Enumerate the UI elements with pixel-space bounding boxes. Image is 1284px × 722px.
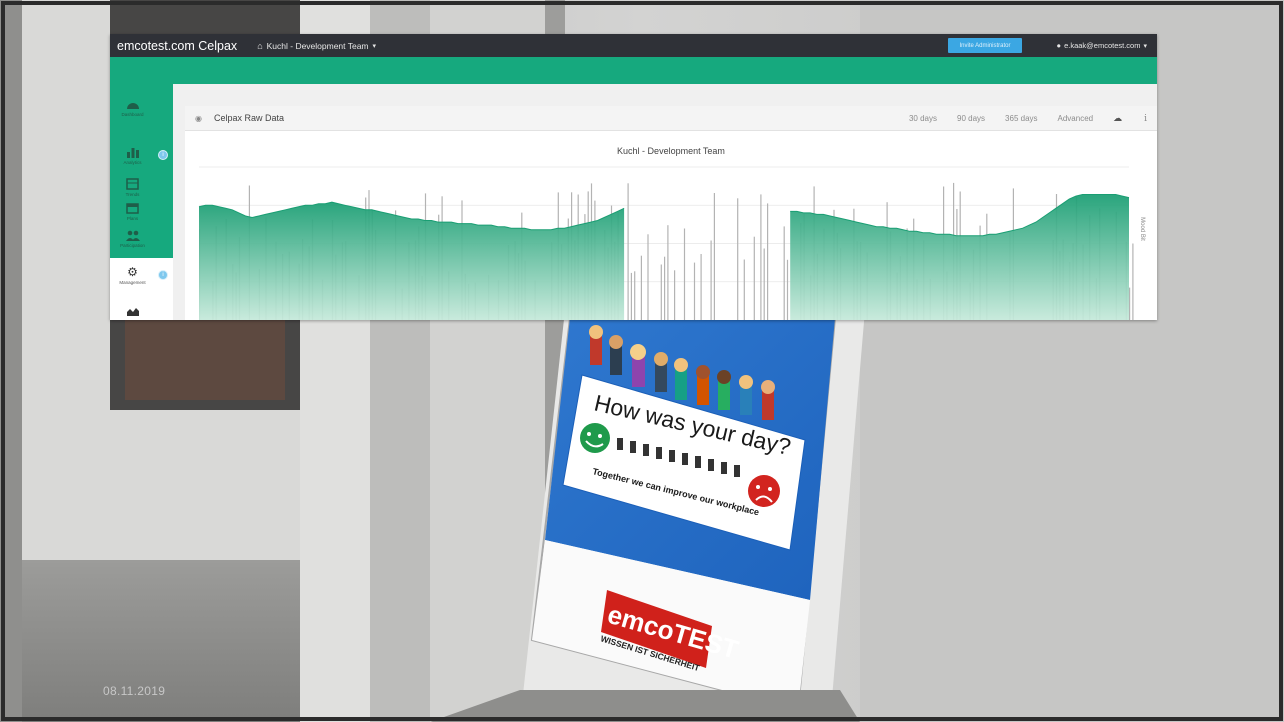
collapse-icon[interactable]: ◉ (195, 114, 202, 123)
sidebar-item-label: Trends (125, 192, 140, 197)
chart-bar (674, 270, 676, 320)
sidebar-item-participation[interactable]: Participation (110, 230, 155, 248)
info-badge[interactable]: i (158, 150, 168, 160)
sidebar-item-dashboard[interactable]: Dashboard (110, 98, 155, 117)
chart-bar (700, 254, 702, 320)
main-panel: ◉ Celpax Raw Data 30 days 90 days 365 da… (173, 84, 1157, 320)
chart-bar (753, 236, 755, 320)
range-90-days[interactable]: 90 days (957, 114, 985, 123)
chart-bar (767, 203, 769, 320)
celpax-dashboard-screenshot: emcotest.com Celpax ⌂ Kuchl - Developmen… (110, 34, 1157, 320)
sidebar: Dashboard Analytics i Trends Plans Parti… (110, 84, 173, 320)
user-email: e.kaak@emcotest.com (1064, 41, 1141, 50)
sidebar-item-reports[interactable] (110, 306, 155, 316)
chart-bar (630, 272, 632, 320)
sidebar-item-plans[interactable]: Plans (110, 202, 155, 221)
chart-bar (713, 193, 715, 320)
user-menu[interactable]: ● e.kaak@emcotest.com ▾ (1057, 34, 1147, 57)
range-365-days[interactable]: 365 days (1005, 114, 1037, 123)
chart-bar (710, 240, 712, 320)
top-navbar: emcotest.com Celpax ⌂ Kuchl - Developmen… (110, 34, 1157, 57)
card-title: Celpax Raw Data (213, 113, 285, 123)
dashboard-icon (126, 103, 139, 109)
brand-title[interactable]: emcotest.com Celpax (117, 39, 237, 53)
chart-title: Kuchl - Development Team (617, 146, 725, 156)
info-icon[interactable]: i (1144, 114, 1147, 124)
calendar-list-icon (126, 178, 139, 190)
chart-bar (1132, 243, 1134, 320)
chart-bar (693, 262, 696, 320)
chart-bar (737, 198, 739, 320)
sidebar-item-label: Participation (120, 243, 145, 248)
happy-face-icon (580, 423, 610, 453)
chart-bar (640, 255, 642, 320)
mood-chart: Kuchl - Development Team Mood Bit (198, 146, 1145, 320)
chart-area-segment (199, 202, 625, 320)
chart-bar (683, 228, 686, 320)
card-header: ◉ Celpax Raw Data 30 days 90 days 365 da… (185, 106, 1157, 131)
sidebar-item-label: Dashboard (121, 112, 144, 117)
raw-data-card: ◉ Celpax Raw Data 30 days 90 days 365 da… (185, 106, 1157, 320)
slide-date: 08.11.2019 (103, 684, 166, 698)
gear-icon: ⚙ (127, 265, 138, 279)
chart-bar (664, 256, 666, 320)
calendar-icon (126, 203, 139, 214)
sidebar-item-label: Analytics (123, 160, 142, 165)
chart-bar (743, 259, 745, 320)
chart-bar (763, 248, 765, 320)
chevron-down-icon: ▾ (372, 42, 377, 50)
chart-bar (1129, 287, 1131, 320)
home-icon: ⌂ (257, 40, 263, 51)
team-selector-label: Kuchl - Development Team (266, 40, 369, 51)
chevron-down-icon: ▾ (1143, 42, 1147, 50)
area-chart-icon (126, 308, 139, 316)
chart-bar (760, 194, 762, 320)
chart-bar (786, 259, 789, 320)
team-selector[interactable]: ⌂ Kuchl - Development Team ▾ (257, 41, 376, 51)
chart-bar (634, 271, 636, 320)
cloud-download-icon[interactable]: ☁ (1113, 113, 1122, 124)
invite-administrator-button[interactable]: Invite Administrator (948, 38, 1022, 53)
chart-bar (660, 264, 662, 320)
range-30-days[interactable]: 30 days (909, 114, 937, 123)
chart-bar (647, 234, 649, 320)
people-icon (125, 230, 140, 241)
chart-bar (783, 226, 785, 320)
y-axis-label: Mood Bit (1139, 217, 1145, 241)
sidebar-item-analytics[interactable]: Analytics (110, 146, 155, 165)
sad-face-icon (748, 475, 780, 507)
info-badge[interactable]: i (158, 270, 168, 280)
range-selector: 30 days 90 days 365 days Advanced ☁ i (909, 106, 1157, 131)
user-icon: ● (1056, 41, 1062, 50)
chart-bar (667, 225, 669, 320)
chart-bar (627, 183, 629, 320)
range-advanced[interactable]: Advanced (1058, 114, 1094, 123)
sidebar-item-management[interactable]: ⚙ Management (110, 266, 155, 285)
sidebar-item-trends[interactable]: Trends (110, 178, 155, 197)
sidebar-item-label: Management (119, 280, 146, 285)
sidebar-item-label: Plans (126, 216, 139, 221)
header-band (110, 57, 1157, 84)
bar-chart-icon (126, 148, 139, 158)
